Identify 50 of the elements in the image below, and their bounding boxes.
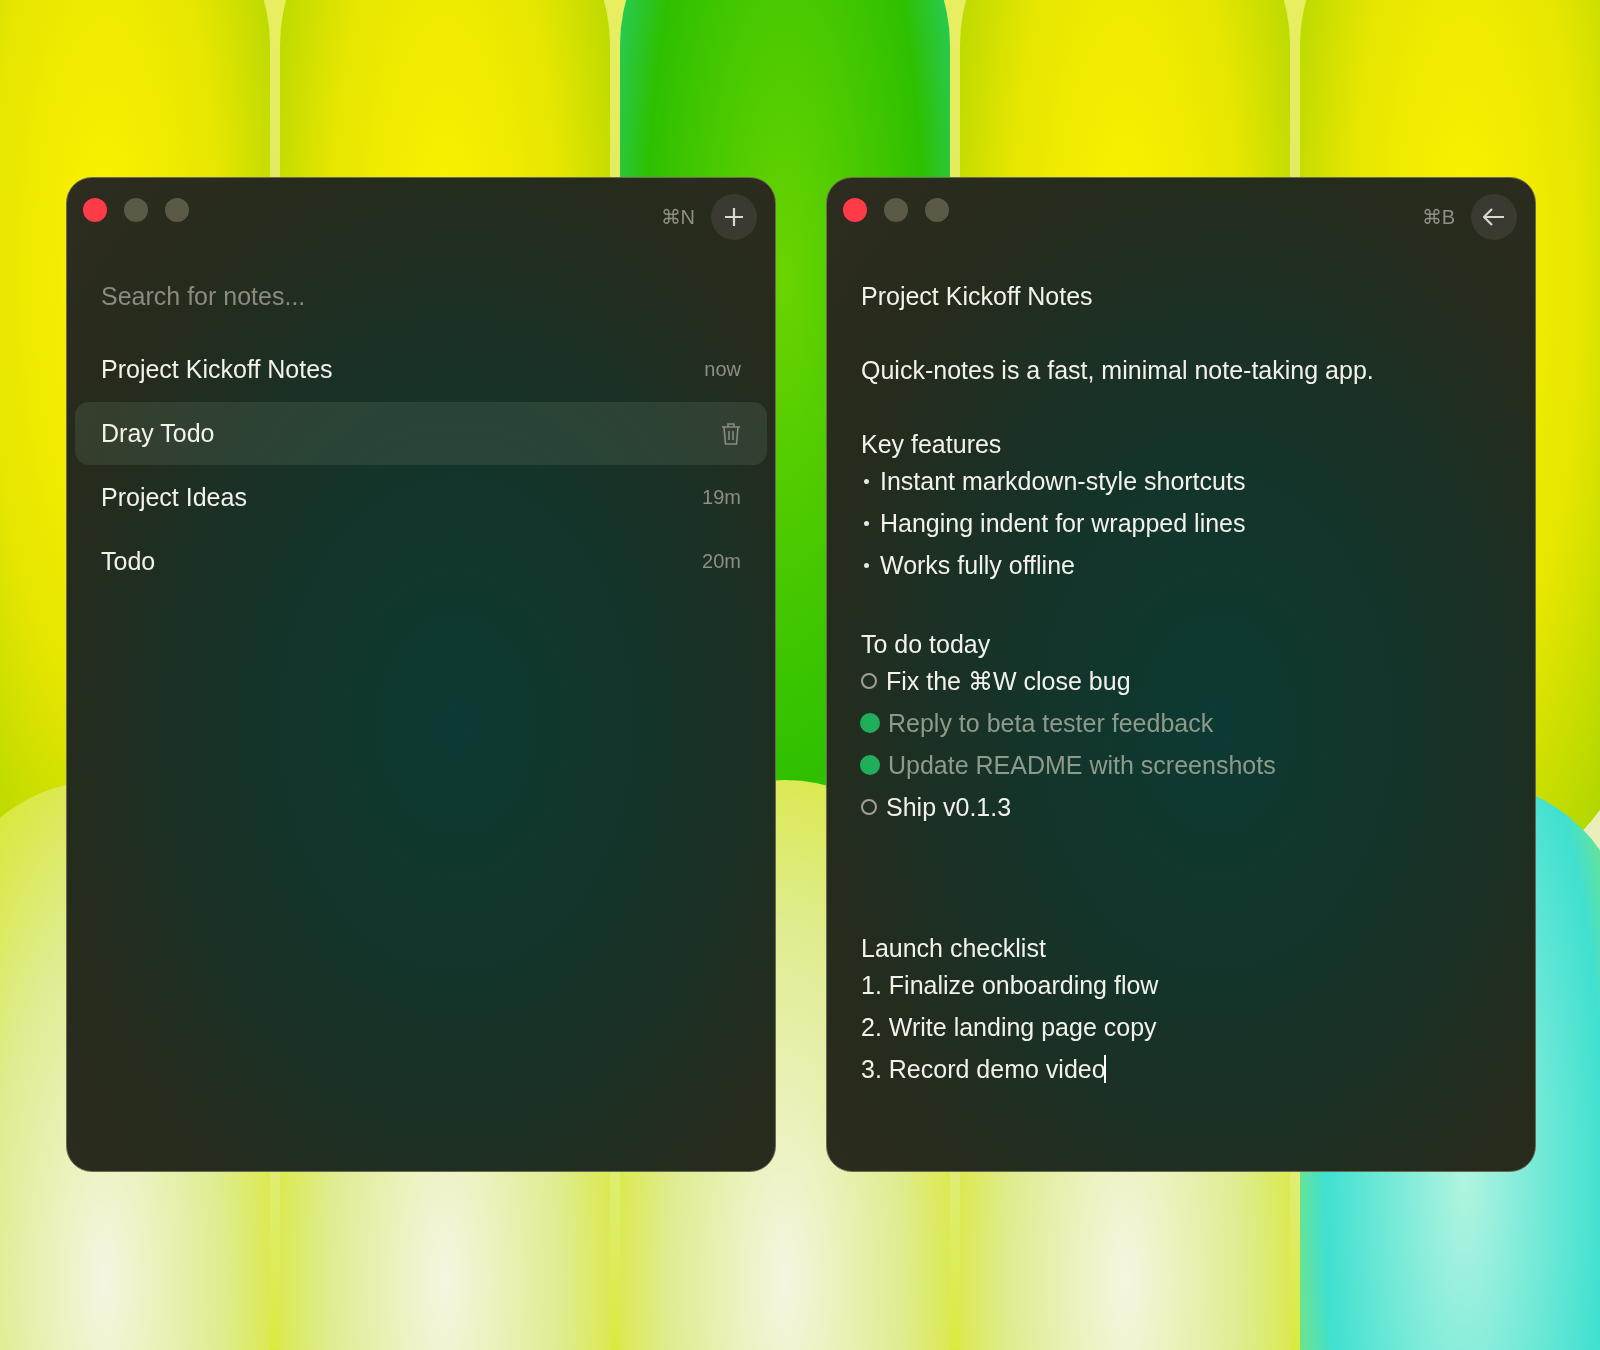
note-title: Project Ideas — [101, 483, 247, 512]
note-list-item[interactable]: Project Kickoff Notes now — [75, 338, 767, 401]
list-item-text: Finalize onboarding flow — [888, 970, 1159, 1000]
list-number: 3. — [861, 1054, 882, 1084]
keyboard-shortcut: ⌘N — [660, 205, 695, 229]
note-title: Project Kickoff Notes — [861, 281, 1094, 312]
keyboard-shortcut: ⌘B — [1421, 205, 1455, 229]
checkbox[interactable] — [860, 755, 880, 775]
minimize-button[interactable] — [124, 198, 148, 222]
list-item-text: Write landing page copy — [888, 1012, 1157, 1042]
trash-icon[interactable] — [721, 421, 741, 446]
section-heading: Key features — [861, 429, 1003, 460]
note-time: 19m — [702, 486, 741, 509]
bullet-icon — [864, 562, 869, 568]
todo-text: Ship v0.1.3 — [886, 792, 1012, 822]
plus-icon — [724, 207, 744, 227]
note-list-item[interactable]: Project Ideas 19m — [75, 466, 767, 529]
note-title: Project Kickoff Notes — [101, 355, 333, 384]
list-item-text: Instant markdown-style shortcuts — [880, 466, 1246, 496]
note-time: now — [704, 358, 741, 381]
bullet-icon — [864, 520, 869, 526]
close-button[interactable] — [83, 198, 107, 222]
list-item-text: Hanging indent for wrapped lines — [880, 508, 1246, 538]
new-note-button[interactable] — [711, 194, 757, 240]
checkbox[interactable] — [861, 673, 877, 689]
todo-text: Update README with screenshots — [888, 750, 1276, 780]
search-field[interactable]: Search for notes... — [101, 280, 701, 312]
back-arrow-icon — [1483, 208, 1505, 226]
zoom-button[interactable] — [925, 198, 949, 222]
close-button[interactable] — [843, 198, 867, 222]
section-heading: Launch checklist — [861, 933, 1047, 964]
section-heading: To do today — [861, 629, 992, 660]
note-list-item[interactable]: Todo 20m — [75, 530, 767, 593]
note-list-item[interactable]: Dray Todo — [75, 402, 767, 465]
note-title: Todo — [101, 547, 156, 576]
checkbox[interactable] — [861, 799, 877, 815]
todo-text: Reply to beta tester feedback — [888, 708, 1214, 738]
list-item-text: Record demo video — [888, 1054, 1106, 1084]
checkbox[interactable] — [860, 713, 880, 733]
bullet-icon — [864, 478, 869, 484]
list-number: 2. — [861, 1012, 882, 1042]
paragraph: Quick-notes is a fast, minimal note-taking app. — [861, 355, 1375, 386]
minimize-button[interactable] — [884, 198, 908, 222]
zoom-button[interactable] — [165, 198, 189, 222]
list-number: 1. — [861, 970, 882, 1000]
todo-text: Fix the ⌘W close bug — [886, 666, 1131, 696]
list-item-text: Works fully offline — [880, 550, 1075, 580]
back-button[interactable] — [1471, 194, 1517, 240]
note-time: 20m — [702, 550, 741, 573]
note-title: Dray Todo — [101, 419, 215, 448]
